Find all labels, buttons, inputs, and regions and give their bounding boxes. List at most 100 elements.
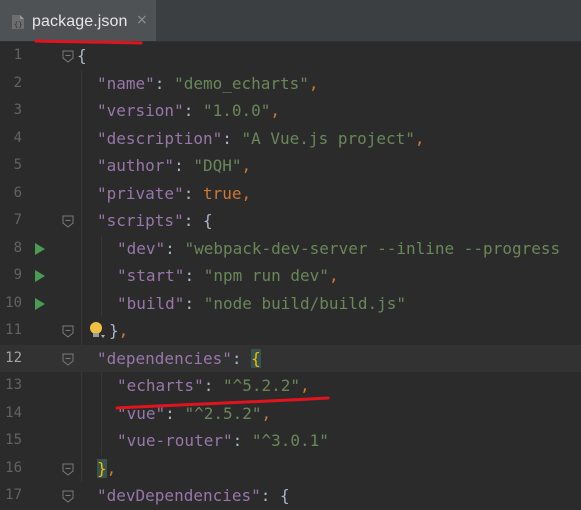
lightbulb-icon[interactable]	[88, 320, 106, 340]
code-line[interactable]: 5 "author": "DQH",	[0, 152, 581, 180]
code-token: :	[222, 128, 242, 148]
code-text: "name": "demo_echarts",	[97, 70, 319, 98]
code-token: "private"	[97, 183, 184, 203]
code-token: "dev"	[117, 238, 166, 258]
code-token: :	[183, 183, 203, 203]
code-token: "scripts"	[97, 211, 184, 230]
line-number: 4	[13, 129, 22, 146]
code-text: "private": true,	[97, 180, 251, 208]
code-token: "description"	[97, 128, 223, 148]
line-number: 17	[5, 487, 22, 503]
code-text: "scripts": {	[97, 207, 213, 235]
code-token: ,	[300, 376, 310, 395]
code-token: "version"	[97, 101, 184, 120]
code-line[interactable]: 2 "name": "demo_echarts",	[0, 70, 581, 98]
code-token: "A Vue.js project"	[241, 128, 415, 148]
code-line[interactable]: 4 "description": "A Vue.js project",	[0, 125, 581, 153]
code-token: "node build/build.js"	[203, 293, 406, 313]
line-number: 7	[13, 212, 22, 228]
code-token: {	[251, 348, 261, 368]
code-text: "dependencies": {	[97, 345, 261, 373]
code-token: "build"	[117, 293, 185, 313]
code-line[interactable]: 13 "echarts": "^5.2.2",	[0, 372, 581, 400]
code-token: :	[203, 376, 223, 395]
code-line[interactable]: 8 "dev": "webpack-dev-server --inline --p…	[0, 235, 581, 263]
code-token: "name"	[97, 73, 155, 93]
run-icon[interactable]	[34, 242, 46, 256]
line-number: 10	[5, 294, 22, 311]
code-editor[interactable]: 1{2 "name": "demo_echarts", 3 "version": "1…	[0, 42, 581, 507]
code-text: "devDependencies": {	[97, 482, 290, 510]
code-token: :	[154, 73, 175, 93]
code-text: "start": "npm run dev",	[117, 262, 339, 290]
code-line[interactable]: 15 "vue-router": "^3.0.1"	[0, 427, 581, 455]
line-number: 12	[5, 349, 22, 366]
line-number: 15	[5, 432, 22, 448]
code-text: "dev": "webpack-dev-server --inline --pr…	[117, 235, 560, 263]
code-token: ,	[308, 73, 319, 93]
code-line[interactable]: 6 "private": true,	[0, 180, 581, 208]
code-text: "build": "node build/build.js"	[117, 290, 406, 318]
code-token: ,	[261, 403, 272, 423]
code-line[interactable]: 1{	[0, 42, 581, 70]
code-token: "vue"	[117, 403, 166, 423]
code-line[interactable]: 16},	[0, 455, 581, 483]
line-number: 16	[5, 459, 22, 476]
code-line[interactable]: 14 "vue": "^2.5.2",	[0, 400, 581, 428]
code-token: true	[202, 183, 242, 203]
code-token: ,	[118, 321, 129, 340]
code-text: "vue-router": "^3.0.1"	[117, 427, 329, 455]
code-token: ,	[241, 156, 252, 175]
line-number: 9	[13, 267, 22, 283]
run-icon[interactable]	[34, 269, 46, 283]
code-token: :	[184, 293, 204, 313]
code-text: "author": "DQH",	[97, 152, 251, 180]
code-line[interactable]: 9 "start": "npm run dev",	[0, 262, 581, 290]
fold-marker-icon[interactable]	[62, 488, 74, 504]
json-file-icon: {}	[12, 15, 24, 29]
code-text: },	[97, 455, 116, 483]
code-text: "description": "A Vue.js project",	[97, 125, 425, 153]
code-line[interactable]: 10 "build": "node build/build.js"	[0, 290, 581, 318]
code-token: ,	[414, 128, 425, 148]
code-token: "^3.0.1"	[251, 431, 329, 450]
code-token: ,	[241, 183, 252, 203]
fold-marker-icon[interactable]	[62, 213, 74, 229]
fold-marker-icon[interactable]	[62, 461, 74, 477]
code-token: "1.0.0"	[202, 101, 271, 120]
code-token: :	[165, 403, 185, 423]
code-token: "npm run dev"	[203, 266, 329, 285]
code-line[interactable]: 12 "dependencies": {	[0, 344, 581, 373]
code-text: "version": "1.0.0",	[97, 97, 280, 125]
close-icon[interactable]: ×	[136, 12, 148, 28]
code-line[interactable]: 11},	[0, 317, 581, 345]
fold-marker-icon[interactable]	[62, 323, 74, 339]
code-token: "DQH"	[193, 156, 242, 175]
code-token: "^2.5.2"	[184, 403, 262, 423]
code-token: : {	[260, 486, 290, 505]
code-line[interactable]: 7 "scripts": {	[0, 207, 581, 235]
line-number: 13	[5, 377, 22, 393]
code-token: "author"	[97, 156, 175, 175]
tab-package-json[interactable]: {} package.json ×	[0, 0, 156, 41]
code-line[interactable]: 17 "devDependencies": {	[0, 482, 581, 510]
fold-marker-icon[interactable]	[62, 351, 74, 367]
run-icon[interactable]	[34, 297, 46, 311]
line-number: 8	[13, 239, 22, 256]
code-token: :	[184, 266, 204, 285]
editor-tab-bar: {} package.json ×	[0, 0, 581, 42]
code-text: {	[77, 42, 87, 70]
code-token: ,	[328, 266, 339, 285]
line-number: 3	[13, 102, 22, 118]
code-token: "^5.2.2"	[222, 376, 301, 395]
code-token: ,	[270, 101, 281, 120]
code-token: "devDependencies"	[97, 486, 261, 505]
line-number: 2	[13, 74, 22, 91]
code-line[interactable]: 3 "version": "1.0.0",	[0, 97, 581, 125]
code-text: "echarts": "^5.2.2",	[117, 372, 310, 400]
line-number: 11	[5, 322, 22, 338]
code-token: :	[183, 101, 203, 120]
code-text: },	[109, 317, 128, 345]
line-number: 1	[13, 47, 22, 63]
fold-marker-icon[interactable]	[62, 48, 74, 64]
